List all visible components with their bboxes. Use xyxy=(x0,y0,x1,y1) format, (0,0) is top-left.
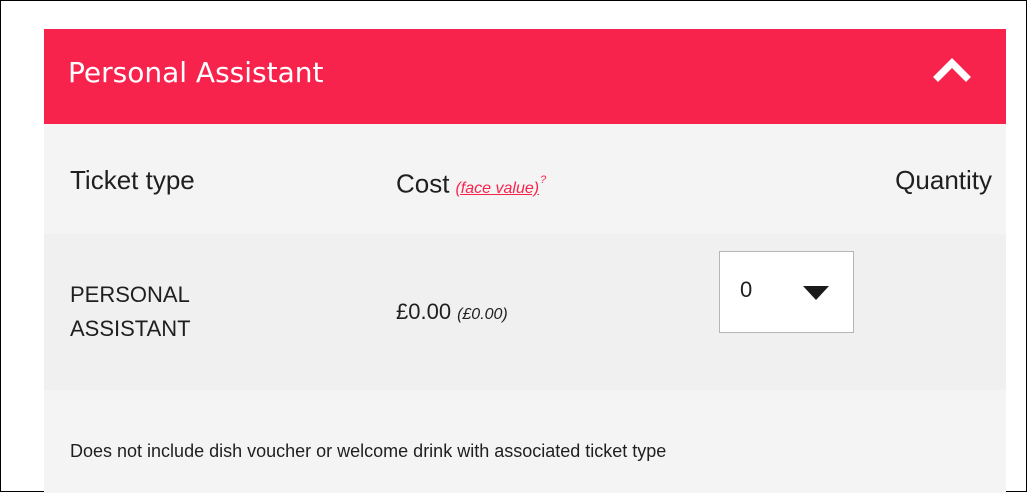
ticket-price-value: £0.00 xyxy=(396,299,452,324)
cost-header: Cost (face value)? xyxy=(396,164,546,205)
face-value-help-icon[interactable]: ? xyxy=(540,174,546,186)
section-header[interactable]: Personal Assistant xyxy=(44,29,1006,124)
ticket-face-value: (£0.00) xyxy=(457,306,508,323)
ticket-type-header: Ticket type xyxy=(70,165,195,195)
ticket-note-area: Does not include dish voucher or welcome… xyxy=(44,390,1006,493)
quantity-select[interactable]: 0 xyxy=(719,251,854,333)
caret-down-icon xyxy=(803,286,829,300)
quantity-selected-value: 0 xyxy=(740,277,753,302)
ticket-section-panel: Personal Assistant Ticket type Cost (face… xyxy=(44,29,1006,493)
quantity-header: Quantity xyxy=(895,165,992,195)
page-frame: Personal Assistant Ticket type Cost (face… xyxy=(0,0,1027,493)
ticket-row: PERSONAL ASSISTANT £0.00 (£0.00) 0 xyxy=(44,234,1006,390)
cost-header-label: Cost xyxy=(396,168,450,199)
ticket-note: Does not include dish voucher or welcome… xyxy=(70,441,667,461)
section-title: Personal Assistant xyxy=(68,56,324,89)
column-headers: Ticket type Cost (face value)? Quantity xyxy=(44,124,1006,234)
chevron-up-icon[interactable] xyxy=(932,53,972,83)
face-value-link[interactable]: (face value) xyxy=(455,180,539,197)
ticket-price: £0.00 (£0.00) xyxy=(396,298,508,329)
ticket-name: PERSONAL ASSISTANT xyxy=(70,282,191,341)
